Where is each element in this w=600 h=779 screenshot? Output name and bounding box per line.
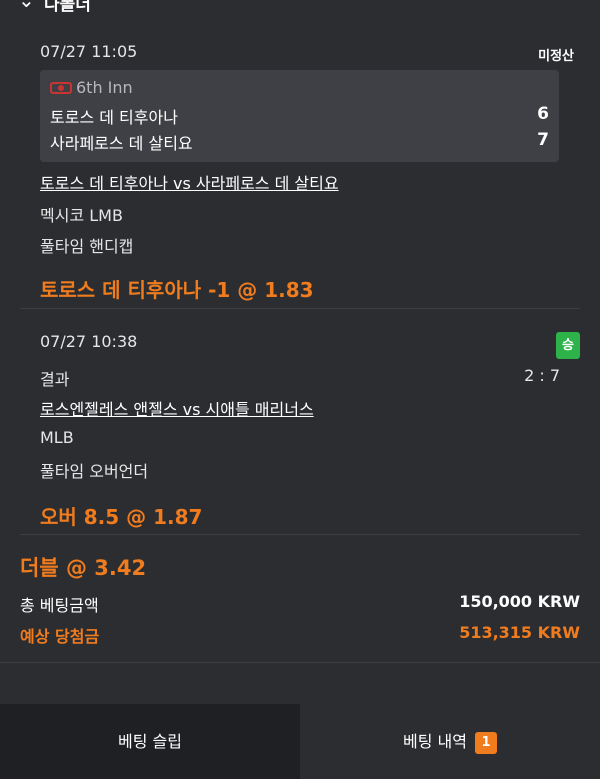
status-badge: 미정산	[538, 49, 574, 64]
match-link[interactable]: 토로스 데 티후아나 vs 사라페로스 데 살티요	[40, 170, 339, 194]
pick-label: 오버 8.5 @ 1.87	[40, 505, 203, 529]
league-label: 멕시코 LMB	[40, 206, 123, 225]
total-bet-label: 총 베팅금액	[20, 596, 99, 615]
tab-bet-history-label: 베팅 내역	[403, 732, 467, 751]
bet-datetime: 07/27 11:05	[40, 42, 138, 61]
market-label: 풀타임 오버언더	[40, 462, 149, 481]
expected-win-label: 예상 당첨금	[20, 627, 100, 646]
away-team: 사라페로스 데 살티요	[50, 134, 193, 153]
tab-bet-slip-label: 베팅 슬립	[118, 732, 182, 751]
pick-label: 토로스 데 티후아나 -1 @ 1.83	[40, 278, 314, 302]
history-count-badge: 1	[474, 731, 497, 754]
total-bet-value: 150,000 KRW	[459, 592, 580, 611]
multi-bet-header[interactable]: ⌄ 다폴더	[0, 0, 600, 20]
baseball-live-icon	[50, 82, 72, 94]
result-score: 2 : 7	[524, 366, 560, 385]
home-score: 6	[537, 104, 549, 124]
live-score-box: 6th Inn 토로스 데 티후아나 6 사라페로스 데 살티요 7	[40, 70, 559, 162]
match-link[interactable]: 로스엔젤레스 앤젤스 vs 시애틀 매리너스	[40, 396, 314, 420]
win-badge: 승	[556, 332, 580, 359]
header-title: 다폴더	[44, 0, 91, 15]
double-odds: 더블 @ 3.42	[20, 556, 147, 580]
expected-win-value: 513,315 KRW	[459, 623, 580, 642]
home-team: 토로스 데 티후아나	[50, 108, 178, 127]
away-score: 7	[537, 130, 549, 150]
tab-bet-slip[interactable]: 베팅 슬립	[0, 704, 300, 779]
league-label: MLB	[40, 428, 74, 447]
bet-item-2: 07/27 10:38 승 결과 2 : 7 로스엔젤레스 앤젤스 vs 시애틀…	[20, 308, 580, 535]
bet-item-1: 07/27 11:05 미정산 6th Inn 토로스 데 티후아나 6 사라페…	[20, 30, 580, 309]
market-label: 풀타임 핸디캡	[40, 237, 134, 256]
tab-bet-history[interactable]: 베팅 내역 1	[300, 704, 600, 779]
bet-summary: 더블 @ 3.42 총 베팅금액 150,000 KRW 예상 당첨금 513,…	[0, 534, 600, 663]
bottom-tabs: 베팅 슬립 베팅 내역 1	[0, 704, 600, 779]
chevron-down-icon[interactable]: ⌄	[18, 0, 35, 12]
bet-datetime: 07/27 10:38	[40, 332, 138, 351]
inning-label: 6th Inn	[76, 78, 133, 97]
result-label: 결과	[40, 370, 70, 389]
